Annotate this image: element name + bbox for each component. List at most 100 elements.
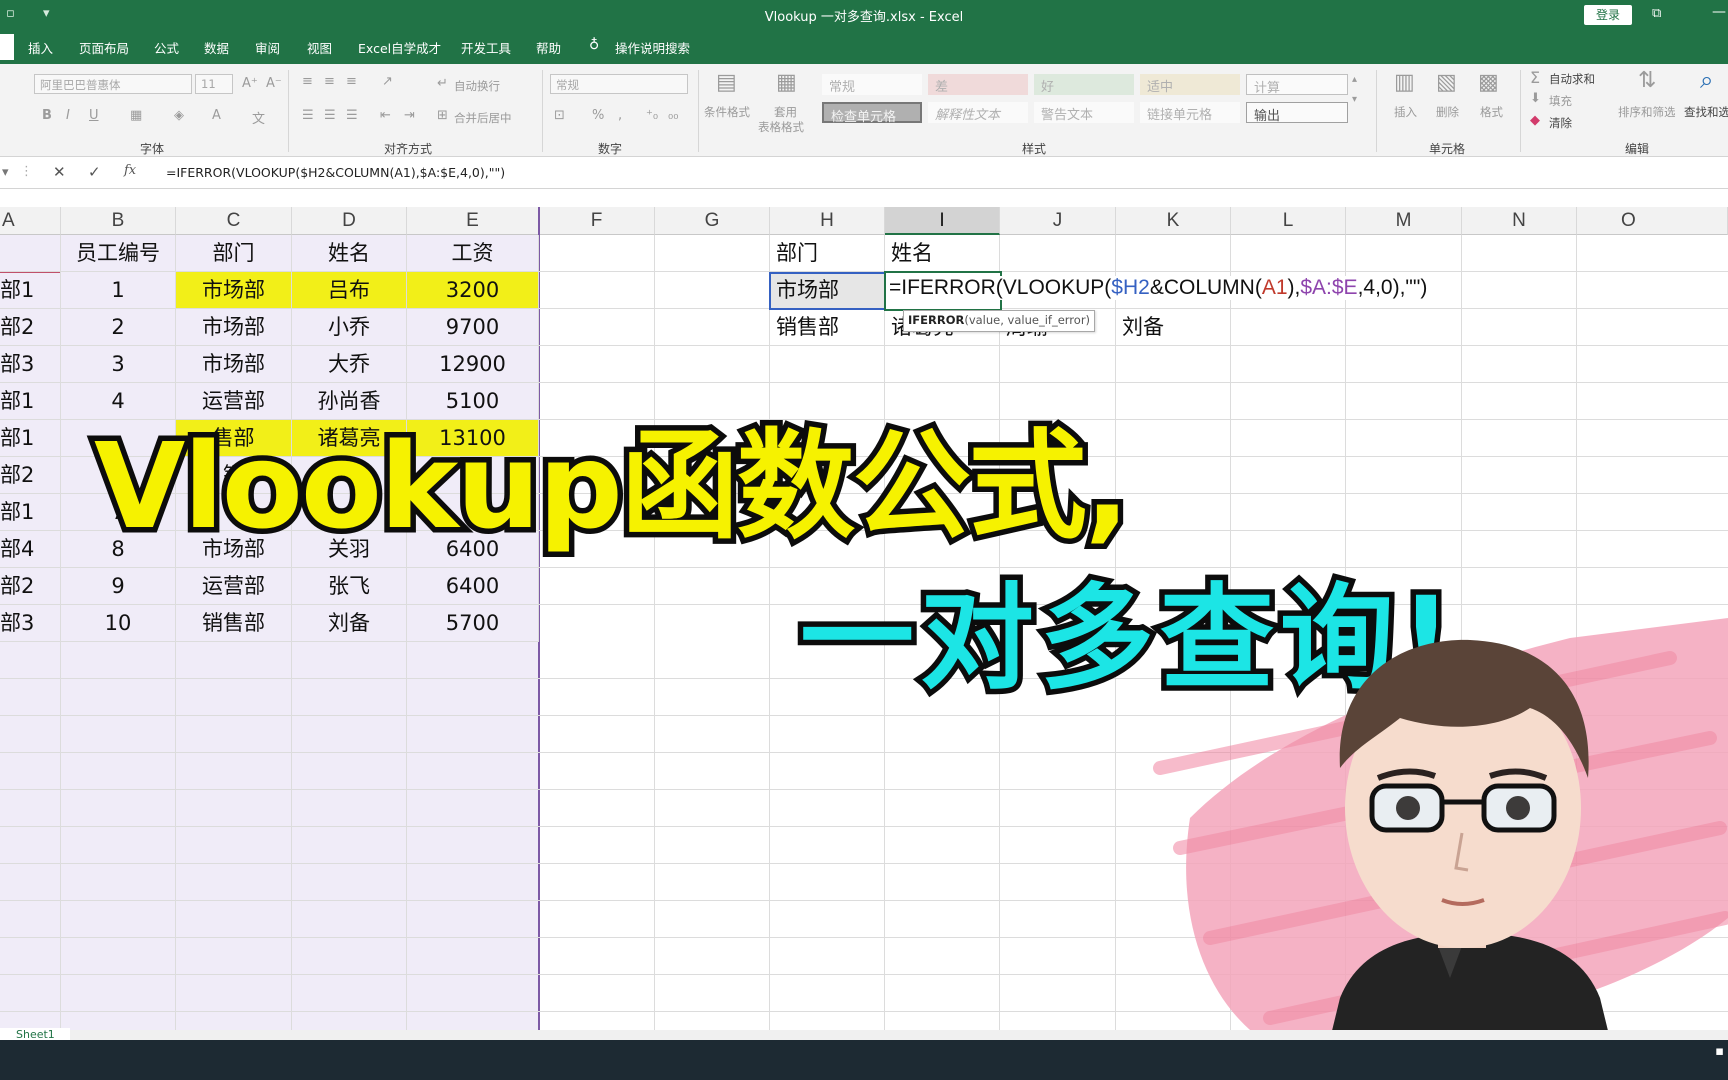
cell-A[interactable]: 部2 — [0, 457, 61, 494]
column-header-C[interactable]: C — [176, 207, 292, 235]
cell-A[interactable]: 部1 — [0, 383, 61, 420]
align-middle-icon[interactable]: ≡ — [324, 74, 335, 89]
grow-font-icon[interactable]: A⁺ — [242, 76, 258, 91]
bold-icon[interactable]: B — [42, 108, 52, 123]
cell-name[interactable]: 刘备 — [292, 605, 407, 642]
column-header-E[interactable]: E — [407, 207, 539, 235]
conditional-format-icon[interactable]: ▤ — [716, 70, 737, 95]
fill-color-icon[interactable]: ◈ — [174, 108, 184, 123]
cell-name[interactable]: 张飞 — [292, 568, 407, 605]
cell-H3[interactable]: 销售部 — [770, 309, 885, 346]
formula-input[interactable]: =IFERROR(VLOOKUP($H2&COLUMN(A1),$A:$E,4,… — [166, 165, 505, 180]
cell-H1[interactable]: 部门 — [770, 235, 885, 272]
cell-I1[interactable]: 姓名 — [885, 235, 1000, 272]
header-department[interactable]: 部门 — [176, 235, 292, 272]
tab-review[interactable]: 审阅 — [255, 38, 280, 57]
cell-employee-id[interactable]: 2 — [61, 309, 176, 346]
number-format-select[interactable]: 常规 — [550, 74, 688, 94]
column-header-G[interactable]: G — [655, 207, 770, 235]
styles-scroll-up-icon[interactable]: ▴ — [1352, 74, 1357, 85]
clear-button[interactable]: 清除 — [1549, 115, 1572, 131]
cell-department[interactable]: 市场部 — [176, 309, 292, 346]
italic-icon[interactable]: I — [66, 108, 70, 123]
autosum-icon[interactable]: Σ — [1530, 68, 1540, 87]
find-icon[interactable]: ⌕ — [1700, 66, 1713, 94]
cell-employee-id[interactable]: 3 — [61, 346, 176, 383]
tab-excel-self-study[interactable]: Excel自学成才 — [358, 38, 441, 57]
cell-A[interactable]: 部4 — [0, 531, 61, 568]
cell-employee-id[interactable]: 1 — [61, 272, 176, 309]
cell-department[interactable]: 运营部 — [176, 568, 292, 605]
style-output[interactable]: 输出 — [1246, 102, 1348, 124]
styles-scroll-down-icon[interactable]: ▾ — [1352, 94, 1357, 105]
style-check-cell[interactable]: 检查单元格 — [822, 102, 922, 125]
style-neutral[interactable]: 适中 — [1140, 74, 1240, 95]
function-tooltip[interactable]: IFERROR(value, value_if_error) — [903, 310, 1096, 332]
font-size-select[interactable]: 11 — [195, 74, 233, 94]
currency-icon[interactable]: ⊡ — [554, 108, 565, 123]
cell-name[interactable]: 吕布 — [292, 272, 407, 309]
cell-A[interactable]: 部1 — [0, 420, 61, 457]
align-center-icon[interactable]: ☰ — [324, 108, 336, 123]
column-header-M[interactable]: M — [1346, 207, 1462, 235]
cell-A1[interactable] — [0, 235, 61, 272]
underline-icon[interactable]: U — [89, 108, 99, 123]
column-header-K[interactable]: K — [1116, 207, 1231, 235]
wrap-text-button[interactable]: 自动换行 — [454, 78, 500, 94]
tray-icon[interactable]: ▪ — [1715, 1044, 1724, 1059]
tooltip-function-name[interactable]: IFERROR — [908, 313, 964, 327]
minimize-icon[interactable]: — — [1712, 4, 1726, 20]
find-select-button[interactable]: 查找和选 — [1684, 104, 1728, 120]
column-header-F[interactable]: F — [539, 207, 655, 235]
column-header-I[interactable]: I — [885, 207, 1000, 235]
increase-decimal-icon[interactable]: ⁺₀ — [646, 108, 658, 123]
sort-filter-button[interactable]: 排序和筛选 — [1618, 104, 1676, 120]
increase-indent-icon[interactable]: ⇥ — [404, 108, 415, 123]
tab-view[interactable]: 视图 — [307, 38, 332, 57]
tab-page-layout[interactable]: 页面布局 — [79, 38, 129, 57]
decrease-indent-icon[interactable]: ⇤ — [380, 108, 391, 123]
cell-employee-id[interactable]: 9 — [61, 568, 176, 605]
fill-button[interactable]: 填充 — [1549, 93, 1572, 109]
align-bottom-icon[interactable]: ≡ — [346, 74, 357, 89]
border-icon[interactable]: ▦ — [130, 108, 142, 123]
format-cells-button[interactable]: 格式 — [1480, 104, 1503, 120]
font-name-select[interactable]: 阿里巴巴普惠体 — [34, 74, 192, 94]
format-table-button-line2[interactable]: 表格格式 — [758, 119, 804, 135]
wrap-text-icon[interactable]: ↵ — [437, 76, 448, 91]
cell-salary[interactable]: 5700 — [407, 605, 539, 642]
column-header-B[interactable]: B — [61, 207, 176, 235]
cell-A[interactable]: 部1 — [0, 272, 61, 309]
eraser-icon[interactable]: ◆ — [1530, 113, 1540, 128]
header-name[interactable]: 姓名 — [292, 235, 407, 272]
comma-icon[interactable]: , — [618, 108, 622, 123]
tab-developer[interactable]: 开发工具 — [461, 38, 511, 57]
cell-A[interactable]: 部3 — [0, 346, 61, 383]
style-good[interactable]: 好 — [1034, 74, 1134, 95]
name-box-arrow-icon[interactable]: ▾ — [2, 165, 9, 180]
align-top-icon[interactable]: ≡ — [302, 74, 313, 89]
ribbon-display-icon[interactable]: ⧉ — [1652, 6, 1661, 21]
conditional-format-button[interactable]: 条件格式 — [704, 104, 750, 120]
sheet-tab-sheet1[interactable]: Sheet1 — [0, 1028, 70, 1041]
insert-function-icon[interactable]: fx — [124, 163, 136, 178]
decrease-decimal-icon[interactable]: ₀₀ — [668, 108, 678, 123]
column-header-D[interactable]: D — [292, 207, 407, 235]
style-bad[interactable]: 差 — [928, 74, 1028, 95]
cell-department[interactable]: 市场部 — [176, 272, 292, 309]
style-calculation[interactable]: 计算 — [1246, 74, 1348, 96]
style-warning[interactable]: 警告文本 — [1034, 102, 1134, 123]
cell-A[interactable]: 部2 — [0, 568, 61, 605]
cell-salary[interactable]: 9700 — [407, 309, 539, 346]
header-salary[interactable]: 工资 — [407, 235, 539, 272]
insert-cells-button[interactable]: 插入 — [1394, 104, 1417, 120]
cell-salary[interactable]: 12900 — [407, 346, 539, 383]
cell-K3[interactable]: 刘备 — [1116, 309, 1231, 346]
tab-data[interactable]: 数据 — [204, 38, 229, 57]
login-button[interactable]: 登录 — [1584, 5, 1632, 25]
fill-icon[interactable]: ⬇ — [1530, 91, 1541, 106]
style-linked-cell[interactable]: 链接单元格 — [1140, 102, 1240, 123]
autosum-button[interactable]: 自动求和 — [1549, 71, 1595, 87]
cell-salary[interactable]: 3200 — [407, 272, 539, 309]
font-color-icon[interactable]: A — [212, 108, 221, 123]
